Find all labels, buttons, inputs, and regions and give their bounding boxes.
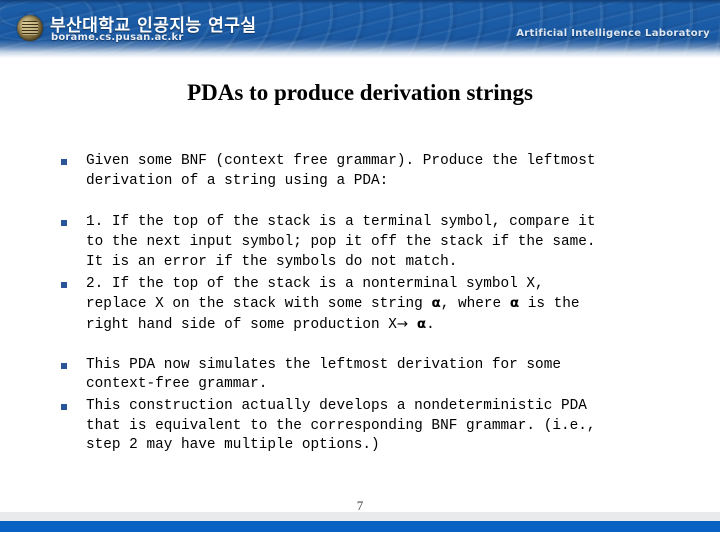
bullet-text-3: 2. If the top of the stack is a nontermi… <box>86 275 720 336</box>
greek-alpha-symbol: α <box>416 315 427 332</box>
bullet-3-line-2-part-b: , where <box>440 296 510 313</box>
footer-white-strip <box>0 532 720 540</box>
square-bullet-icon <box>61 220 67 227</box>
bullet-3-line-2-part-c: is the <box>519 296 580 313</box>
square-bullet-icon <box>61 281 67 288</box>
greek-alpha-symbol: α <box>509 295 520 312</box>
bullet-3-line-2-part-a: replace X on the stack with some string <box>86 296 432 313</box>
square-bullet-icon <box>61 362 67 369</box>
bullet-1-line-2: derivation of a string using a PDA: <box>86 172 389 189</box>
lab-name-english: Artificial Intelligence Laboratory <box>516 28 710 39</box>
bullet-item-2: 1. If the top of the stack is a terminal… <box>0 213 720 272</box>
page-title: PDAs to produce derivation strings <box>187 80 533 105</box>
university-seal-inner <box>22 21 38 35</box>
bullet-4-line-2: context-free grammar. <box>86 376 268 393</box>
header-top-shadow <box>0 0 720 4</box>
bullet-text-5: This construction actually develops a no… <box>86 397 720 456</box>
bullet-3-line-3-part-c: . <box>426 316 435 333</box>
footer-blue-bar <box>0 521 720 532</box>
lab-url: borame.cs.pusan.ac.kr <box>51 32 184 43</box>
bullet-2-line-3: It is an error if the symbols do not mat… <box>86 253 458 270</box>
bullet-item-3: 2. If the top of the stack is a nontermi… <box>0 275 720 336</box>
square-bullet-icon <box>61 159 67 165</box>
bullet-3-line-1: 2. If the top of the stack is a nontermi… <box>86 275 544 292</box>
bullet-item-4: This PDA now simulates the leftmost deri… <box>0 356 720 395</box>
bullet-5-line-3: step 2 may have multiple options.) <box>86 437 380 454</box>
slide-content: Given some BNF (context free grammar). P… <box>0 152 720 456</box>
bullet-2-line-2: to the next input symbol; pop it off the… <box>86 234 596 251</box>
bullet-3-line-3-space <box>408 317 417 333</box>
bullet-item-1: Given some BNF (context free grammar). P… <box>0 152 720 191</box>
greek-alpha-symbol: α <box>431 295 441 312</box>
bullet-text-4: This PDA now simulates the leftmost deri… <box>86 356 720 395</box>
bullet-item-5: This construction actually develops a no… <box>0 397 720 456</box>
bullet-text-2: 1. If the top of the stack is a terminal… <box>86 213 720 272</box>
university-seal-icon <box>17 15 43 41</box>
right-arrow-icon: → <box>396 315 409 332</box>
header-banner: 부산대학교 인공지능 연구실 borame.cs.pusan.ac.kr Art… <box>0 0 720 58</box>
footer-gray-band <box>0 512 720 521</box>
bullet-3-line-3-part-a: right hand side of some production X <box>86 316 397 333</box>
bullet-2-line-1: 1. If the top of the stack is a terminal… <box>86 214 596 231</box>
bullet-1-line-1: Given some BNF (context free grammar). P… <box>86 153 596 169</box>
bullet-5-line-2: that is equivalent to the corresponding … <box>86 417 596 434</box>
bullet-5-line-1: This construction actually develops a no… <box>86 398 587 415</box>
bullet-4-line-1: This PDA now simulates the leftmost deri… <box>86 356 561 373</box>
square-bullet-icon <box>61 404 67 411</box>
bullet-text-1: Given some BNF (context free grammar). P… <box>86 152 720 191</box>
